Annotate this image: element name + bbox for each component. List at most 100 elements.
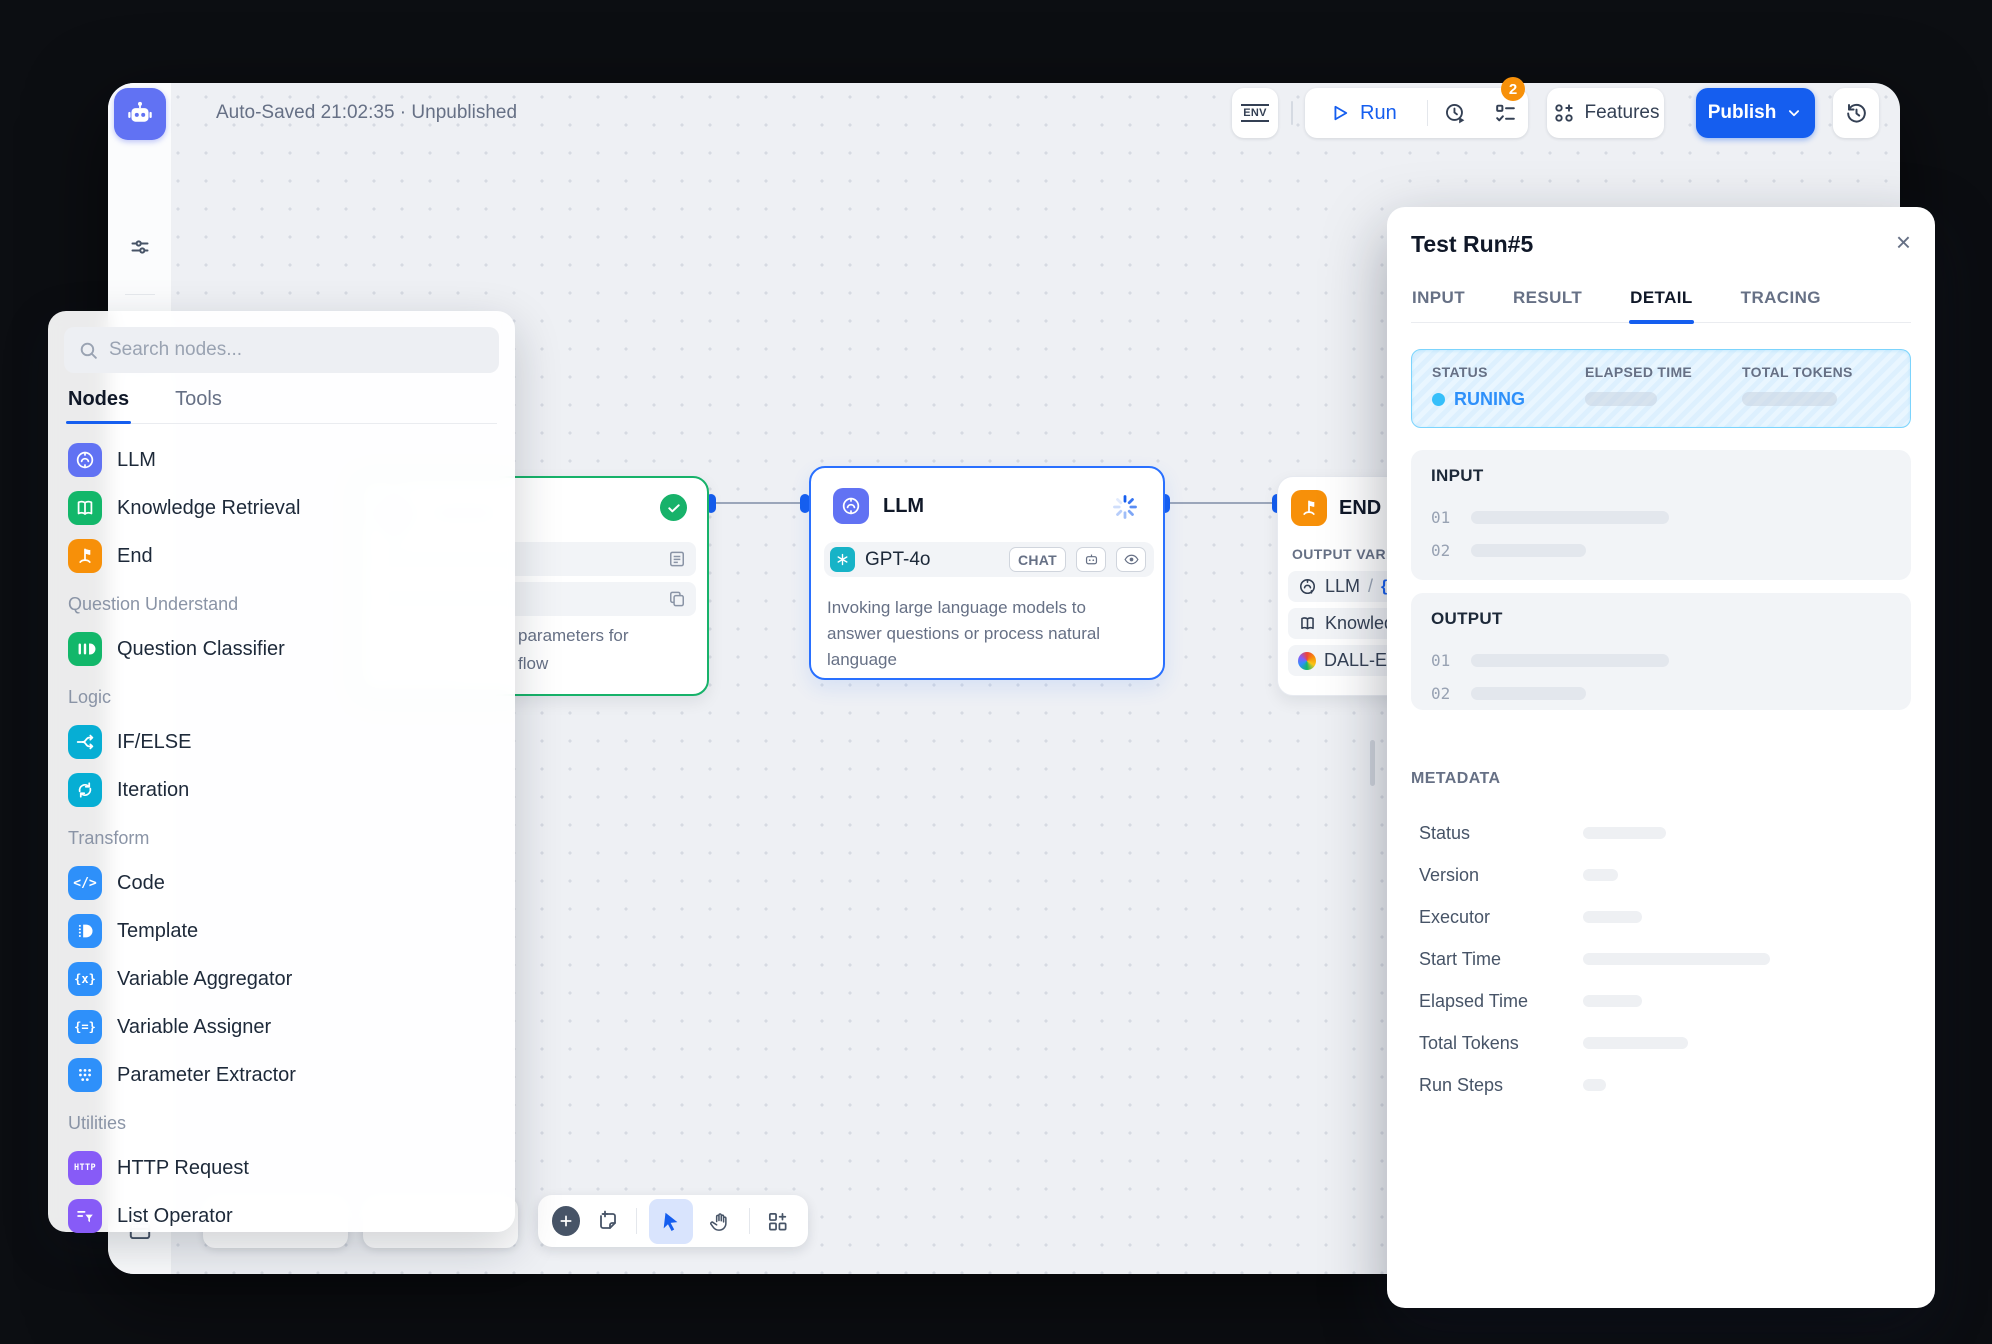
publish-button[interactable]: Publish: [1696, 88, 1815, 138]
line-number: 02: [1431, 541, 1453, 560]
skeleton-bar: [1583, 995, 1642, 1007]
node-item-end[interactable]: End: [64, 532, 499, 580]
metadata-label: Start Time: [1419, 949, 1583, 970]
run-button[interactable]: Run: [1330, 102, 1425, 125]
section-header-transform: Transform: [68, 828, 495, 849]
node-panel-tab-tools[interactable]: Tools: [173, 388, 224, 423]
metadata-rows: StatusVersionExecutorStart TimeElapsed T…: [1411, 812, 1911, 1106]
autosave-status: Auto-Saved 21:02:35 · Unpublished: [216, 102, 517, 124]
canvas-toolbar: [538, 1195, 808, 1247]
node-item-list-operator[interactable]: List Operator: [64, 1192, 499, 1240]
knowledge-retrieval-icon: [68, 491, 102, 525]
node-item-llm[interactable]: LLM: [64, 436, 499, 484]
node-item-label: Code: [117, 872, 165, 895]
status-value: RUNING: [1432, 389, 1585, 410]
add-node-button[interactable]: [552, 1206, 580, 1236]
llm-node[interactable]: LLM GPT-4o CHAT: [809, 466, 1165, 680]
run-button-group: Run: [1305, 88, 1528, 138]
line-number: 01: [1431, 508, 1453, 527]
gpt-4o-icon: [830, 547, 855, 572]
organize-nodes-button[interactable]: [762, 1204, 794, 1238]
skeleton-bar: [1471, 654, 1669, 667]
env-button[interactable]: ENV: [1232, 88, 1278, 138]
question-classifier-icon: [68, 632, 102, 666]
if-else-icon: [68, 725, 102, 759]
node-search-panel: Nodes Tools LLM Knowledge Retrieval End Ques…: [48, 311, 515, 1232]
node-item-template[interactable]: Template: [64, 907, 499, 955]
node-item-label: Parameter Extractor: [117, 1064, 296, 1087]
metadata-label: Executor: [1419, 907, 1583, 928]
end-icon: [1291, 490, 1327, 526]
node-item-if-else[interactable]: IF/ELSE: [64, 718, 499, 766]
node-item-variable-aggregator[interactable]: {x} Variable Aggregator: [64, 955, 499, 1003]
elapsed-time-label: ELAPSED TIME: [1585, 364, 1742, 380]
run-panel-tabs: INPUT RESULT DETAIL TRACING: [1411, 288, 1911, 323]
metadata-title: METADATA: [1411, 770, 1911, 788]
node-panel-tab-nodes[interactable]: Nodes: [66, 388, 131, 423]
node-item-label: Variable Assigner: [117, 1016, 271, 1039]
node-item-label: IF/ELSE: [117, 731, 191, 754]
node-item-label: HTTP Request: [117, 1157, 249, 1180]
node-item-variable-assigner[interactable]: {=} Variable Assigner: [64, 1003, 499, 1051]
variable-assigner-icon: {=}: [68, 1010, 102, 1044]
edge-start-llm: [716, 502, 812, 504]
preferences-sliders-icon[interactable]: [120, 227, 160, 267]
end-row-label: DALL-E: [1324, 650, 1387, 671]
section-header-logic: Logic: [68, 687, 495, 708]
node-item-label: Variable Aggregator: [117, 968, 292, 991]
env-icon: ENV: [1241, 104, 1269, 122]
add-note-button[interactable]: [592, 1204, 624, 1238]
hand-mode-button[interactable]: [705, 1204, 737, 1238]
node-item-question-classifier[interactable]: Question Classifier: [64, 625, 499, 673]
status-dot-icon: [1432, 393, 1445, 406]
list-operator-icon: [68, 1199, 102, 1233]
metadata-label: Elapsed Time: [1419, 991, 1583, 1012]
model-name: GPT-4o: [865, 549, 999, 571]
template-icon: [68, 914, 102, 948]
variable-aggregator-icon: {x}: [68, 962, 102, 996]
search-input[interactable]: [109, 339, 485, 361]
node-list: LLMKnowledge RetrievalEndQuestion Unders…: [64, 424, 499, 1240]
screen: parameters for flow LLM: [0, 0, 1992, 1344]
parameter-extractor-icon: [68, 1058, 102, 1092]
io-line: 02: [1431, 541, 1891, 560]
version-history-button[interactable]: [1833, 88, 1879, 138]
node-item-knowledge-retrieval[interactable]: Knowledge Retrieval: [64, 484, 499, 532]
node-item-code[interactable]: </>Code: [64, 859, 499, 907]
close-icon[interactable]: ×: [1896, 231, 1911, 253]
run-tab-input[interactable]: INPUT: [1411, 288, 1466, 322]
iteration-icon: [68, 773, 102, 807]
model-selector-row[interactable]: GPT-4o CHAT: [824, 542, 1154, 577]
skeleton-bar: [1471, 544, 1586, 557]
node-item-label: List Operator: [117, 1205, 233, 1228]
start-node-description: flow: [518, 654, 548, 674]
node-item-label: Question Classifier: [117, 638, 285, 661]
app-logo-robot-icon[interactable]: [114, 88, 166, 140]
run-tab-tracing[interactable]: TRACING: [1740, 288, 1822, 322]
text-field-icon: [667, 549, 687, 569]
io-line: 02: [1431, 684, 1891, 703]
io-line: 01: [1431, 508, 1891, 527]
checklist-icon[interactable]: [1492, 100, 1518, 126]
pointer-mode-button[interactable]: [649, 1199, 692, 1244]
node-item-label: Knowledge Retrieval: [117, 497, 300, 520]
run-history-clock-icon[interactable]: [1442, 100, 1468, 126]
node-item-iteration[interactable]: Iteration: [64, 766, 499, 814]
metadata-row-elapsed-time: Elapsed Time: [1411, 980, 1911, 1022]
skeleton-bar: [1583, 1079, 1606, 1091]
dalle-icon: [1298, 652, 1316, 670]
node-item-parameter-extractor[interactable]: Parameter Extractor: [64, 1051, 499, 1099]
output-variables-label: OUTPUT VARIA: [1292, 546, 1401, 562]
panel-resize-handle[interactable]: [1370, 740, 1375, 786]
skeleton-bar: [1471, 511, 1669, 524]
total-tokens-label: TOTAL TOKENS: [1742, 364, 1853, 380]
run-tab-result[interactable]: RESULT: [1512, 288, 1583, 322]
features-button[interactable]: Features: [1547, 88, 1664, 138]
node-search-box[interactable]: [64, 327, 499, 373]
skeleton-bar: [1471, 687, 1586, 700]
skeleton-bar: [1583, 953, 1770, 965]
node-item-http-request[interactable]: HTTPHTTP Request: [64, 1144, 499, 1192]
skeleton-bar: [1583, 911, 1642, 923]
run-tab-detail[interactable]: DETAIL: [1629, 288, 1694, 322]
section-header-utilities: Utilities: [68, 1113, 495, 1134]
